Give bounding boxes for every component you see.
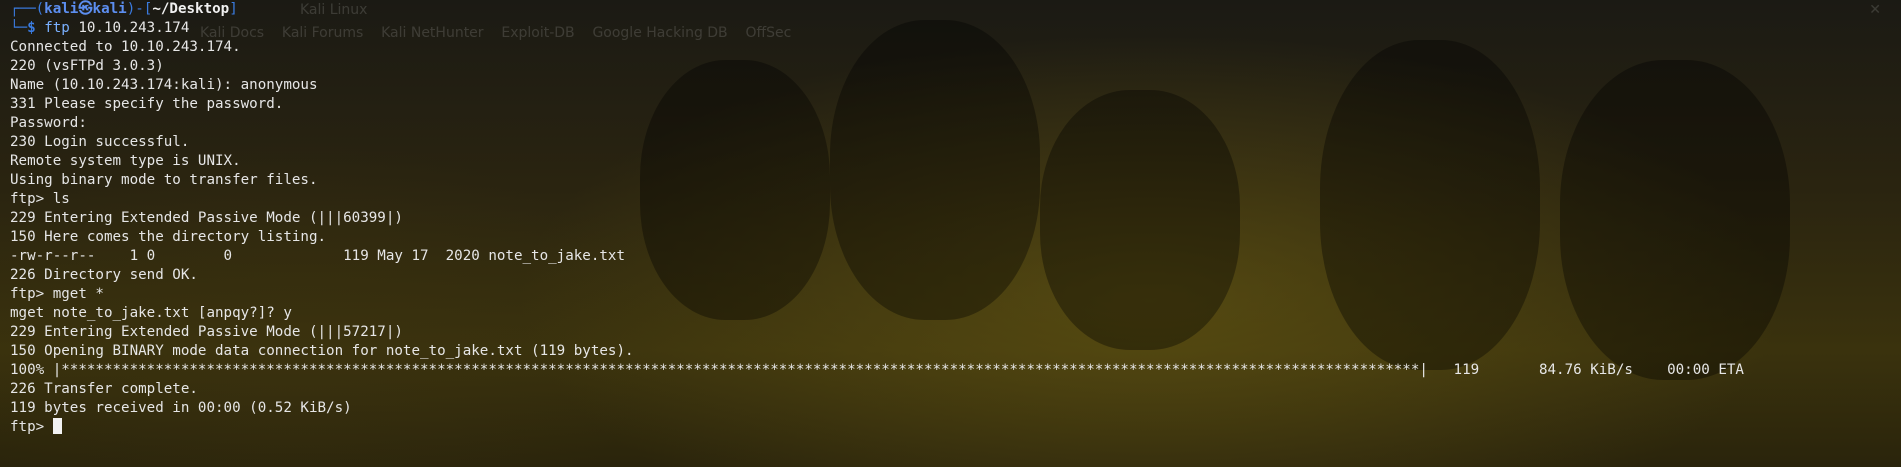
- prompt-user-host: kali㉿kali: [44, 1, 127, 17]
- output-line: Using binary mode to transfer files.: [10, 172, 318, 188]
- terminal-window[interactable]: Kali Linux Kali Docs Kali Forums Kali Ne…: [0, 0, 1901, 467]
- output-line: 229 Entering Extended Passive Mode (|||5…: [10, 324, 403, 340]
- output-line: ftp> mget *: [10, 286, 104, 302]
- prompt-frame-bottom: └─: [10, 20, 28, 36]
- text-cursor[interactable]: [52, 418, 62, 434]
- prompt-command-line: └─$ ftp 10.10.243.174: [10, 19, 1895, 38]
- prompt-command: ftp: [44, 20, 70, 36]
- output-line: 229 Entering Extended Passive Mode (|||6…: [10, 210, 403, 226]
- output-line: 220 (vsFTPd 3.0.3): [10, 58, 164, 74]
- ftp-prompt: ftp>: [10, 419, 53, 435]
- output-line: mget note_to_jake.txt [anpqy?]? y: [10, 305, 292, 321]
- prompt-path: ~/Desktop: [152, 1, 230, 17]
- output-line: -rw-r--r-- 1 0 0 119 May 17 2020 note_to…: [10, 248, 625, 264]
- output-line: 150 Opening BINARY mode data connection …: [10, 343, 634, 359]
- output-line: Name (10.10.243.174:kali): anonymous: [10, 77, 318, 93]
- prompt-close-bracket: ]: [229, 1, 238, 17]
- output-line: 230 Login successful.: [10, 134, 190, 150]
- output-line: 331 Please specify the password.: [10, 96, 284, 112]
- output-line: 119 bytes received in 00:00 (0.52 KiB/s): [10, 400, 352, 416]
- prompt-command-args: 10.10.243.174: [69, 20, 190, 36]
- output-line: 226 Directory send OK.: [10, 267, 198, 283]
- prompt-dollar: $: [27, 20, 45, 36]
- prompt-separator: )-[: [126, 1, 153, 17]
- input-line[interactable]: ftp>: [10, 418, 1895, 437]
- output-line: Connected to 10.10.243.174.: [10, 39, 241, 55]
- output-line: 150 Here comes the directory listing.: [10, 229, 327, 245]
- output-line: Remote system type is UNIX.: [10, 153, 241, 169]
- prompt-header-line: ┌──(kali㉿kali)-[~/Desktop]: [10, 0, 1895, 19]
- output-line: ftp> ls: [10, 191, 70, 207]
- prompt-frame-top: ┌──(: [10, 1, 45, 17]
- output-line: 226 Transfer complete.: [10, 381, 198, 397]
- terminal-output: ┌──(kali㉿kali)-[~/Desktop] └─$ ftp 10.10…: [10, 0, 1895, 437]
- output-line: Password:: [10, 115, 96, 131]
- transfer-progress-line: 100% |**********************************…: [10, 362, 1744, 378]
